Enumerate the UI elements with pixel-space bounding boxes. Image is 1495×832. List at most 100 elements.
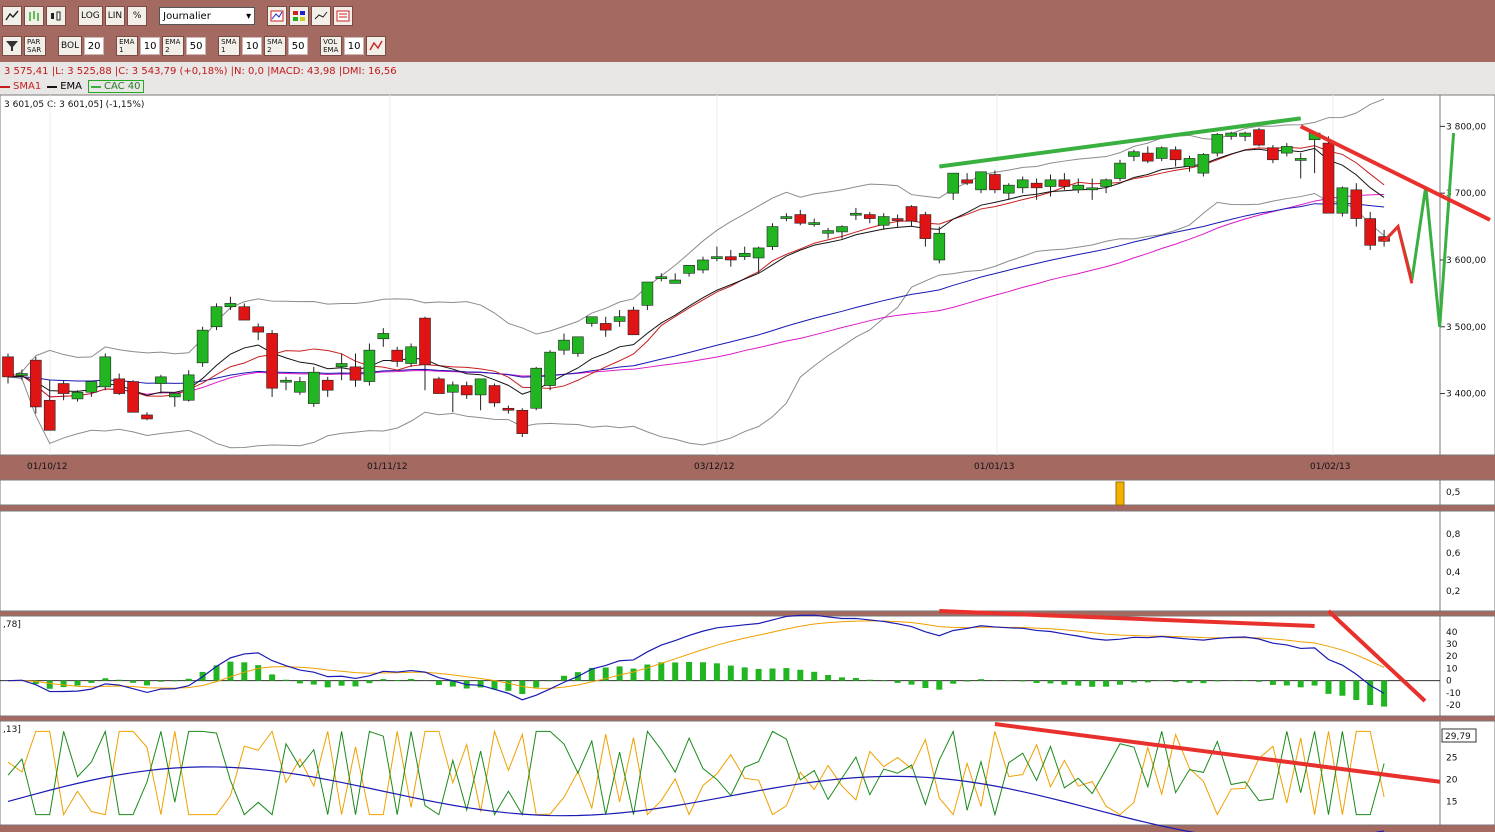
stock-chart-area[interactable]: 3 601,05 C: 3 601,05] (-1,15%) 3 400,00 3 … [0,95,1495,832]
dmi-tick-label: 15 [1446,797,1457,807]
candle-body [738,252,751,257]
candle-body [307,371,320,404]
candle-body [1114,162,1126,179]
candle-body [1281,146,1293,154]
bol-button[interactable]: BOL [58,36,83,56]
price-axis [1439,95,1495,456]
macd-histogram-bar [547,680,554,682]
candlestick-icon[interactable] [46,6,66,26]
candle-body [405,346,417,364]
candle-body [544,351,556,386]
funnel-icon[interactable] [2,36,22,56]
macd-histogram-bar [255,665,262,681]
candle-body [1086,187,1098,191]
ema1-period-input[interactable]: 10 [140,37,161,55]
macd-histogram-bar [964,680,971,682]
macd-histogram-bar [185,678,192,681]
candle-body [1100,179,1112,187]
par-sar-button[interactable]: PAR SAR [24,36,46,56]
macd-histogram-bar [46,680,53,689]
macd-histogram-bar [713,663,720,681]
percent-scale-button[interactable]: % [127,6,148,26]
candle-body [43,399,56,431]
macd-histogram-bar [1089,680,1096,687]
period-select[interactable]: Journalier ▾ [159,7,256,25]
period-select-value: Journalier [163,10,211,22]
candle-body [169,393,181,398]
line-chart-icon[interactable] [2,6,22,26]
dmi-panel [0,720,1441,826]
vol-ema-period-input[interactable]: 10 [344,37,365,55]
macd-histogram-bar [741,667,748,681]
news-icon[interactable] [333,6,354,26]
candle-body [1142,152,1154,162]
candle-body [683,265,695,274]
color-grid-icon[interactable] [289,6,310,26]
legend-sma1-label: SMA1 [13,81,42,92]
vol-ema-button[interactable]: VOL EMA [320,36,343,56]
macd-tick-label: 0 [1446,677,1452,687]
macd-histogram-bar [88,680,95,683]
macd-histogram-bar [825,674,832,681]
macd-histogram-bar [1214,680,1221,682]
candle-body [155,376,167,384]
chevron-down-icon: ▾ [246,10,252,22]
price-header-text: 3 601,05 C: 3 601,05] (-1,15%) [4,100,144,110]
macd-histogram-bar [1117,680,1123,685]
macd-histogram-bar [936,680,943,690]
candle-body [1016,179,1029,189]
candle-body [85,381,98,393]
toolbar-top: LOG LIN % Journalier ▾ [0,3,354,29]
candle-body [724,256,737,261]
macd-histogram-bar [144,680,150,686]
candle-body [877,216,890,226]
candle-body [558,339,570,351]
quote-info-bar: 3 575,41 |L: 3 525,88 |C: 3 543,79 (+0,1… [0,62,1495,95]
candle-body [321,379,334,391]
candle-body [863,214,876,219]
macd-histogram-bar [1019,680,1026,682]
macd-tick-label: 10 [1446,664,1458,674]
draw-tool-icon[interactable] [366,36,387,56]
macd-histogram-bar [116,679,123,681]
candle-body [196,329,209,364]
macd-histogram-bar [352,680,359,687]
candle-body [585,316,598,324]
macd-histogram-bar [1186,680,1193,683]
macd-histogram-bar [1381,680,1388,707]
macd-histogram-bar [1047,680,1054,684]
lin-scale-button[interactable]: LIN [104,6,126,26]
empty-panel-tick-label: 0,6 [1446,549,1461,559]
macd-histogram-bar [1353,680,1360,700]
candle-body [377,333,390,340]
ema1-button[interactable]: EMA 1 [116,36,139,56]
macd-histogram-bar [505,680,512,691]
compare-chart-icon[interactable] [311,6,332,26]
macd-tick-label: 20 [1446,652,1458,662]
sma2-button[interactable]: SMA 2 [264,36,287,56]
candle-body [766,226,779,247]
candle-body [433,378,445,394]
log-scale-button[interactable]: LOG [78,6,103,26]
candle-body [1322,142,1335,214]
ema2-period-input[interactable]: 50 [186,37,207,55]
sma1-button[interactable]: SMA 1 [218,36,241,56]
indicator-chart-icon[interactable] [267,6,288,26]
sma2-period-input[interactable]: 50 [288,37,309,55]
macd-histogram-bar [700,662,706,681]
candle-body [1183,158,1196,167]
bar-chart-icon[interactable] [24,6,44,26]
sma1-period-input[interactable]: 10 [242,37,263,55]
toolbar-indicators: PAR SAR BOL 20 EMA 1 10 EMA 2 50 SMA 1 1… [0,33,387,59]
macd-histogram-bar [1200,680,1207,684]
candle-body [794,214,807,224]
candle-body [1239,132,1251,137]
macd-tick-label: 30 [1446,640,1458,650]
ema2-button[interactable]: EMA 2 [162,36,185,56]
macd-histogram-bar [310,680,317,685]
candle-body [252,326,264,333]
macd-histogram-bar [630,668,637,681]
bol-period-input[interactable]: 20 [84,37,105,55]
candle-body [488,385,501,404]
macd-histogram-bar [1297,680,1304,688]
